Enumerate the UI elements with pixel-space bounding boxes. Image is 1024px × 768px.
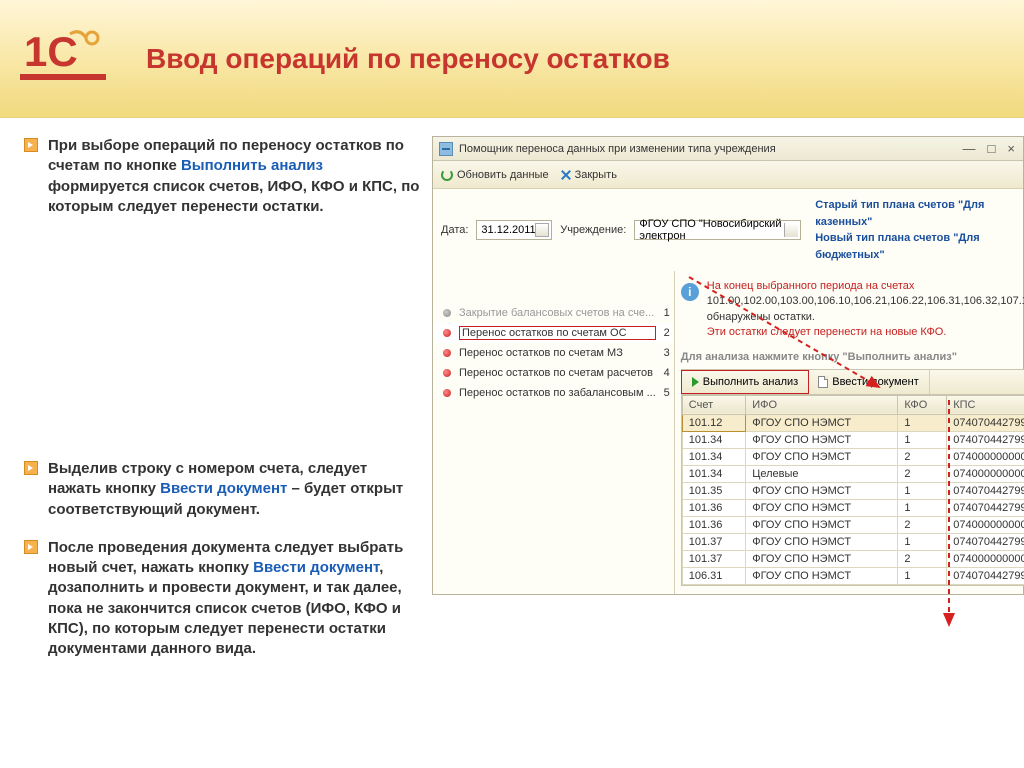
- table-row[interactable]: 101.36ФГОУ СПО НЭМСТ207400000000000000: [682, 516, 1024, 533]
- close-action-button[interactable]: Закрыть: [561, 169, 617, 181]
- enter-document-button[interactable]: Ввести документ: [808, 370, 930, 394]
- info-icon: i: [681, 283, 699, 301]
- app-window: Помощник переноса данных при изменении т…: [432, 136, 1024, 595]
- table-row[interactable]: 101.37ФГОУ СПО НЭМСТ207400000000000000: [682, 550, 1024, 567]
- org-label: Учреждение:: [560, 224, 626, 236]
- hint-text: Для анализа нажмите кнопку "Выполнить ан…: [681, 351, 1024, 363]
- operation-label: Перенос остатков по забалансовым ...: [459, 387, 656, 399]
- table-row[interactable]: 101.37ФГОУ СПО НЭМСТ107407044279900001: [682, 533, 1024, 550]
- table-row[interactable]: 101.35ФГОУ СПО НЭМСТ107407044279900001: [682, 482, 1024, 499]
- operation-number: 2: [656, 327, 670, 339]
- operation-number: 4: [656, 367, 670, 379]
- plan-type-info: Старый тип плана счетов "Для казенных" Н…: [815, 197, 1015, 263]
- paragraph-3: После проведения документа следует выбра…: [48, 538, 420, 660]
- page-title: Ввод операций по переносу остатков: [146, 42, 670, 76]
- status-dot-icon: [443, 349, 451, 357]
- operation-number: 5: [656, 387, 670, 399]
- table-row[interactable]: 101.34ФГОУ СПО НЭМСТ107407044279900001: [682, 431, 1024, 448]
- operation-label: Перенос остатков по счетам МЗ: [459, 347, 656, 359]
- dropdown-icon[interactable]: [784, 223, 798, 237]
- warning-text: На конец выбранного периода на счетах 10…: [707, 279, 1024, 341]
- accounts-grid[interactable]: Счет ИФО КФО КПС 101.12ФГОУ СПО НЭМСТ107…: [681, 395, 1024, 586]
- table-row[interactable]: 106.31ФГОУ СПО НЭМСТ107407044279900001: [682, 567, 1024, 584]
- col-account[interactable]: Счет: [682, 395, 745, 414]
- details-pane: i На конец выбранного периода на счетах …: [675, 271, 1024, 594]
- operation-label: Перенос остатков по счетам ОС: [459, 326, 656, 340]
- status-dot-icon: [443, 309, 451, 317]
- document-icon: [818, 376, 828, 388]
- status-dot-icon: [443, 369, 451, 377]
- window-title: Помощник переноса данных при изменении т…: [459, 143, 961, 155]
- col-ifo[interactable]: ИФО: [746, 395, 898, 414]
- titlebar[interactable]: Помощник переноса данных при изменении т…: [433, 137, 1023, 161]
- paragraph-1: При выборе операций по переносу остатков…: [48, 136, 420, 217]
- logo-1c: 1C: [20, 24, 106, 94]
- refresh-button[interactable]: Обновить данные: [441, 169, 549, 181]
- operation-row[interactable]: Перенос остатков по счетам расчетов4: [433, 363, 674, 383]
- analyze-button[interactable]: Выполнить анализ: [681, 370, 809, 394]
- operation-label: Перенос остатков по счетам расчетов: [459, 367, 656, 379]
- operation-number: 1: [656, 307, 670, 319]
- minimize-button[interactable]: —: [961, 141, 978, 156]
- paragraph-2: Выделив строку с номером счета, следует …: [48, 459, 420, 520]
- table-row[interactable]: 101.12ФГОУ СПО НЭМСТ107407044279900001: [682, 414, 1024, 431]
- bullet-icon: [24, 461, 38, 475]
- close-icon: [561, 170, 571, 180]
- status-dot-icon: [443, 389, 451, 397]
- status-dot-icon: [443, 329, 451, 337]
- calendar-icon[interactable]: [535, 223, 549, 237]
- operation-row[interactable]: Перенос остатков по забалансовым ...5: [433, 383, 674, 403]
- col-kps[interactable]: КПС: [947, 395, 1024, 414]
- org-input[interactable]: ФГОУ СПО "Новосибирский электрон: [634, 220, 801, 240]
- bullet-icon: [24, 540, 38, 554]
- operation-row[interactable]: Перенос остатков по счетам МЗ3: [433, 343, 674, 363]
- svg-text:1C: 1C: [24, 28, 78, 75]
- table-row[interactable]: 101.34ФГОУ СПО НЭМСТ207400000000000000: [682, 448, 1024, 465]
- action-bar: Выполнить анализ Ввести документ: [681, 369, 1024, 395]
- play-icon: [692, 377, 699, 387]
- col-kfo[interactable]: КФО: [898, 395, 947, 414]
- operation-label: Закрытие балансовых счетов на сче...: [459, 307, 656, 319]
- date-label: Дата:: [441, 224, 468, 236]
- operations-pane: Закрытие балансовых счетов на сче...1Пер…: [433, 271, 675, 594]
- operation-number: 3: [656, 347, 670, 359]
- table-row[interactable]: 101.34Целевые207400000000000000: [682, 465, 1024, 482]
- close-button[interactable]: ×: [1005, 141, 1017, 156]
- bullet-icon: [24, 138, 38, 152]
- refresh-icon: [441, 169, 453, 181]
- operation-row[interactable]: Перенос остатков по счетам ОС2: [433, 323, 674, 343]
- toolbar: Обновить данные Закрыть: [433, 161, 1023, 189]
- explanation-column: При выборе операций по переносу остатков…: [0, 136, 432, 677]
- maximize-button[interactable]: □: [986, 141, 998, 156]
- operation-row[interactable]: Закрытие балансовых счетов на сче...1: [433, 303, 674, 323]
- table-row[interactable]: 101.36ФГОУ СПО НЭМСТ107407044279900001: [682, 499, 1024, 516]
- header: 1C Ввод операций по переносу остатков: [0, 0, 1024, 118]
- date-input[interactable]: 31.12.2011: [476, 220, 552, 240]
- window-icon: [439, 142, 453, 156]
